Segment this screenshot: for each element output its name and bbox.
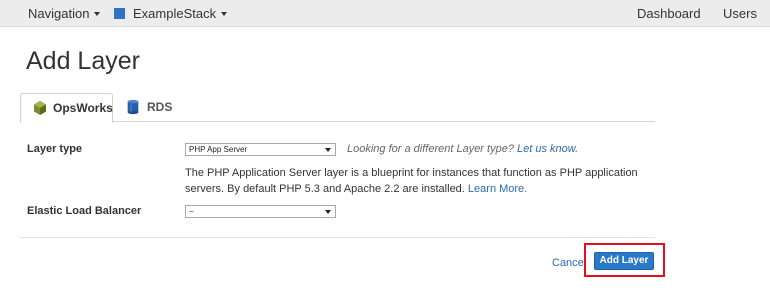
navigation-menu-label: Navigation <box>28 6 90 21</box>
page-title: Add Layer <box>26 47 140 75</box>
layer-type-select[interactable]: PHP App Server <box>185 143 336 156</box>
stack-selector[interactable]: ExampleStack <box>114 0 228 27</box>
hint-text: Looking for a different Layer type? <box>347 143 514 155</box>
tab-opsworks-label: OpsWorks <box>53 101 113 115</box>
elb-value: – <box>189 207 194 216</box>
learn-more-link[interactable]: Learn More. <box>468 183 527 195</box>
layer-type-label: Layer type <box>27 143 83 155</box>
elb-select[interactable]: – <box>185 205 336 218</box>
select-arrow-icon <box>325 148 331 152</box>
description-text: The PHP Application Server layer is a bl… <box>185 167 638 195</box>
stack-selector-label: ExampleStack <box>133 6 217 21</box>
tab-rds-label: RDS <box>147 100 173 114</box>
add-layer-button[interactable]: Add Layer <box>594 252 654 270</box>
layer-type-hint: Looking for a different Layer type? Let … <box>347 143 578 155</box>
rds-database-icon <box>127 99 139 115</box>
stack-color-icon <box>114 8 125 19</box>
layer-source-tabs: OpsWorks RDS <box>20 93 655 123</box>
tab-opsworks[interactable]: OpsWorks <box>20 93 113 123</box>
users-link[interactable]: Users <box>723 0 757 27</box>
dashboard-link[interactable]: Dashboard <box>637 0 701 27</box>
chevron-down-icon <box>94 12 101 16</box>
let-us-know-link[interactable]: Let us know. <box>517 143 578 155</box>
select-arrow-icon <box>325 210 331 214</box>
form-divider <box>20 237 655 238</box>
chevron-down-icon <box>221 12 228 16</box>
cancel-link[interactable]: Cancel <box>552 257 586 269</box>
layer-description: The PHP Application Server layer is a bl… <box>185 165 645 197</box>
opsworks-icon <box>34 101 46 115</box>
tab-rds[interactable]: RDS <box>117 93 197 123</box>
top-navbar: Navigation ExampleStack Dashboard Users <box>0 0 770 27</box>
layer-type-value: PHP App Server <box>189 145 248 154</box>
navigation-menu[interactable]: Navigation <box>28 0 101 27</box>
elb-label: Elastic Load Balancer <box>27 205 142 217</box>
